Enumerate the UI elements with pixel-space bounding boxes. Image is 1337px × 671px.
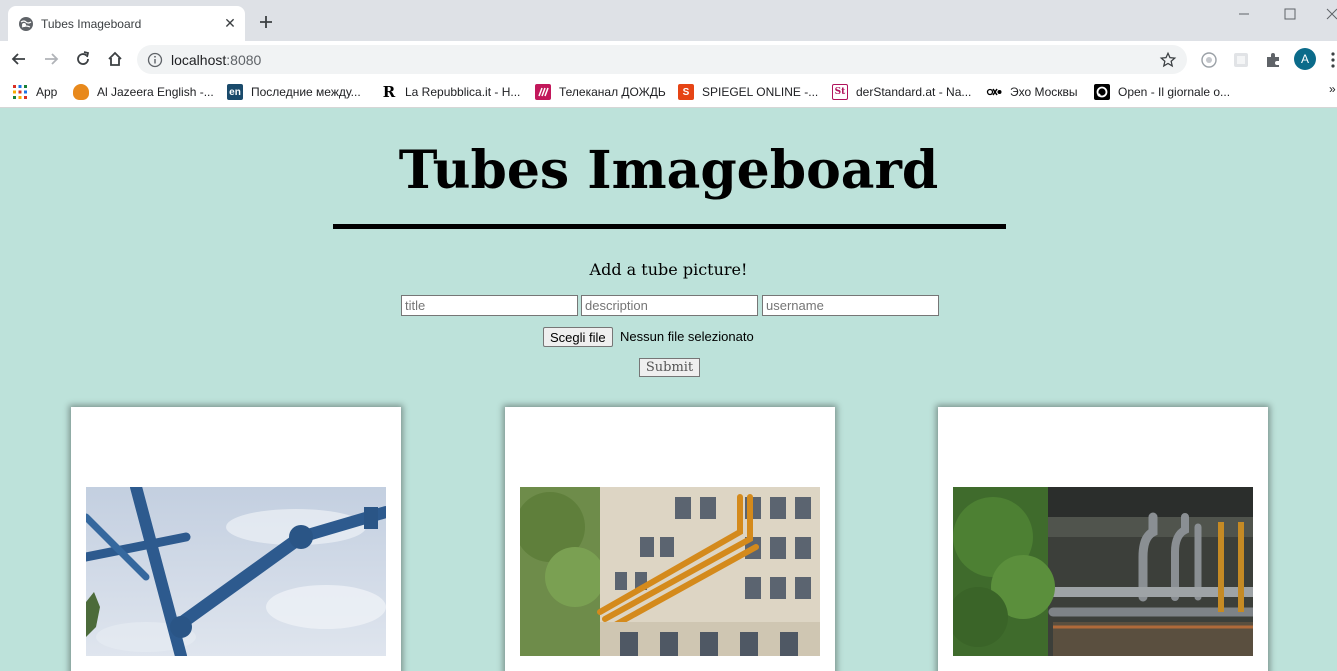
bookmark-star-icon[interactable] [1159, 51, 1177, 69]
extension-square-icon[interactable] [1232, 51, 1250, 69]
bookmark-apps[interactable]: App [12, 83, 57, 101]
blue-pipes-sky-photo[interactable] [86, 487, 386, 656]
profile-avatar[interactable]: A [1294, 48, 1316, 70]
url-text: localhost:8080 [171, 52, 261, 68]
bookmark-open[interactable]: Open - Il giornale o... [1094, 83, 1230, 101]
bookmark-derstandard[interactable]: St derStandard.at - Na... [832, 83, 971, 101]
reload-icon[interactable] [73, 49, 93, 69]
forward-arrow-icon[interactable] [41, 49, 61, 69]
bookmarks-overflow-icon[interactable]: » [1329, 82, 1336, 96]
minimize-icon[interactable] [1234, 4, 1254, 24]
bookmark-label: Последние между... [251, 85, 361, 99]
bookmark-label: Al Jazeera English -... [97, 85, 214, 99]
aljazeera-icon [73, 84, 89, 100]
bookmark-aljazeera[interactable]: Al Jazeera English -... [73, 83, 214, 101]
derstandard-icon: St [832, 84, 848, 100]
image-card[interactable] [505, 407, 835, 671]
puzzle-extensions-icon[interactable] [1264, 51, 1282, 69]
username-input[interactable] [762, 295, 939, 316]
spiegel-icon: S [678, 84, 694, 100]
apps-grid-icon [13, 85, 27, 99]
bookmark-label: SPIEGEL ONLINE -... [702, 85, 819, 99]
euronews-icon: en [227, 84, 243, 100]
address-bar[interactable]: localhost:8080 [137, 45, 1187, 74]
tab-close-icon[interactable]: ✕ [222, 15, 238, 31]
orange-pipe-building-photo[interactable] [520, 487, 820, 656]
bookmark-echo-moskvy[interactable]: Эхо Москвы [986, 83, 1078, 101]
globe-icon [19, 17, 33, 31]
browser-tabstrip: Tubes Imageboard ✕ [0, 0, 1337, 41]
image-card[interactable] [938, 407, 1268, 671]
file-status-text: Nessun file selezionato [620, 329, 754, 344]
bookmark-label: La Repubblica.it - H... [405, 85, 521, 99]
page-title: Tubes Imageboard [398, 140, 939, 201]
bookmark-euronews[interactable]: en Последние между... [227, 83, 361, 101]
url-host: localhost [171, 52, 227, 68]
title-divider [333, 224, 1006, 229]
image-card[interactable] [71, 407, 401, 671]
tab-title: Tubes Imageboard [41, 17, 142, 31]
bookmark-label: Телеканал ДОЖДЬ [559, 85, 666, 99]
bookmark-label: App [36, 85, 58, 99]
browser-tab[interactable]: Tubes Imageboard ✕ [8, 6, 245, 41]
description-input[interactable] [581, 295, 758, 316]
extension-circle-icon[interactable] [1200, 51, 1218, 69]
steel-pipes-underpass-photo[interactable] [953, 487, 1253, 656]
form-heading: Add a tube picture! [589, 260, 748, 279]
repubblica-icon: R [382, 83, 396, 101]
echo-moskvy-icon [986, 88, 1002, 96]
new-tab-icon[interactable] [256, 12, 276, 32]
choose-file-button[interactable]: Scegli file [543, 327, 613, 347]
dozhd-icon [535, 84, 551, 100]
back-arrow-icon[interactable] [9, 49, 29, 69]
window-close-icon[interactable] [1322, 4, 1337, 24]
url-port: :8080 [226, 52, 262, 68]
browser-toolbar: localhost:8080 A [0, 41, 1337, 77]
open-icon [1094, 84, 1110, 100]
bookmarks-bar: App Al Jazeera English -... en Последние… [0, 77, 1337, 108]
page-content: Tubes Imageboard Add a tube picture! Sce… [0, 108, 1337, 671]
bookmark-label: Эхо Москвы [1010, 85, 1078, 99]
bookmark-spiegel[interactable]: S SPIEGEL ONLINE -... [678, 83, 818, 101]
home-icon[interactable] [105, 49, 125, 69]
maximize-icon[interactable] [1280, 4, 1300, 24]
bookmark-label: derStandard.at - Na... [856, 85, 972, 99]
bookmark-label: Open - Il giornale o... [1118, 85, 1231, 99]
bookmark-repubblica[interactable]: R La Repubblica.it - H... [381, 83, 521, 101]
info-icon[interactable] [147, 52, 163, 68]
title-input[interactable] [401, 295, 578, 316]
submit-button[interactable]: Submit [639, 358, 700, 377]
more-menu-icon[interactable] [1330, 51, 1336, 69]
bookmark-dozhd[interactable]: Телеканал ДОЖДЬ [535, 83, 666, 101]
